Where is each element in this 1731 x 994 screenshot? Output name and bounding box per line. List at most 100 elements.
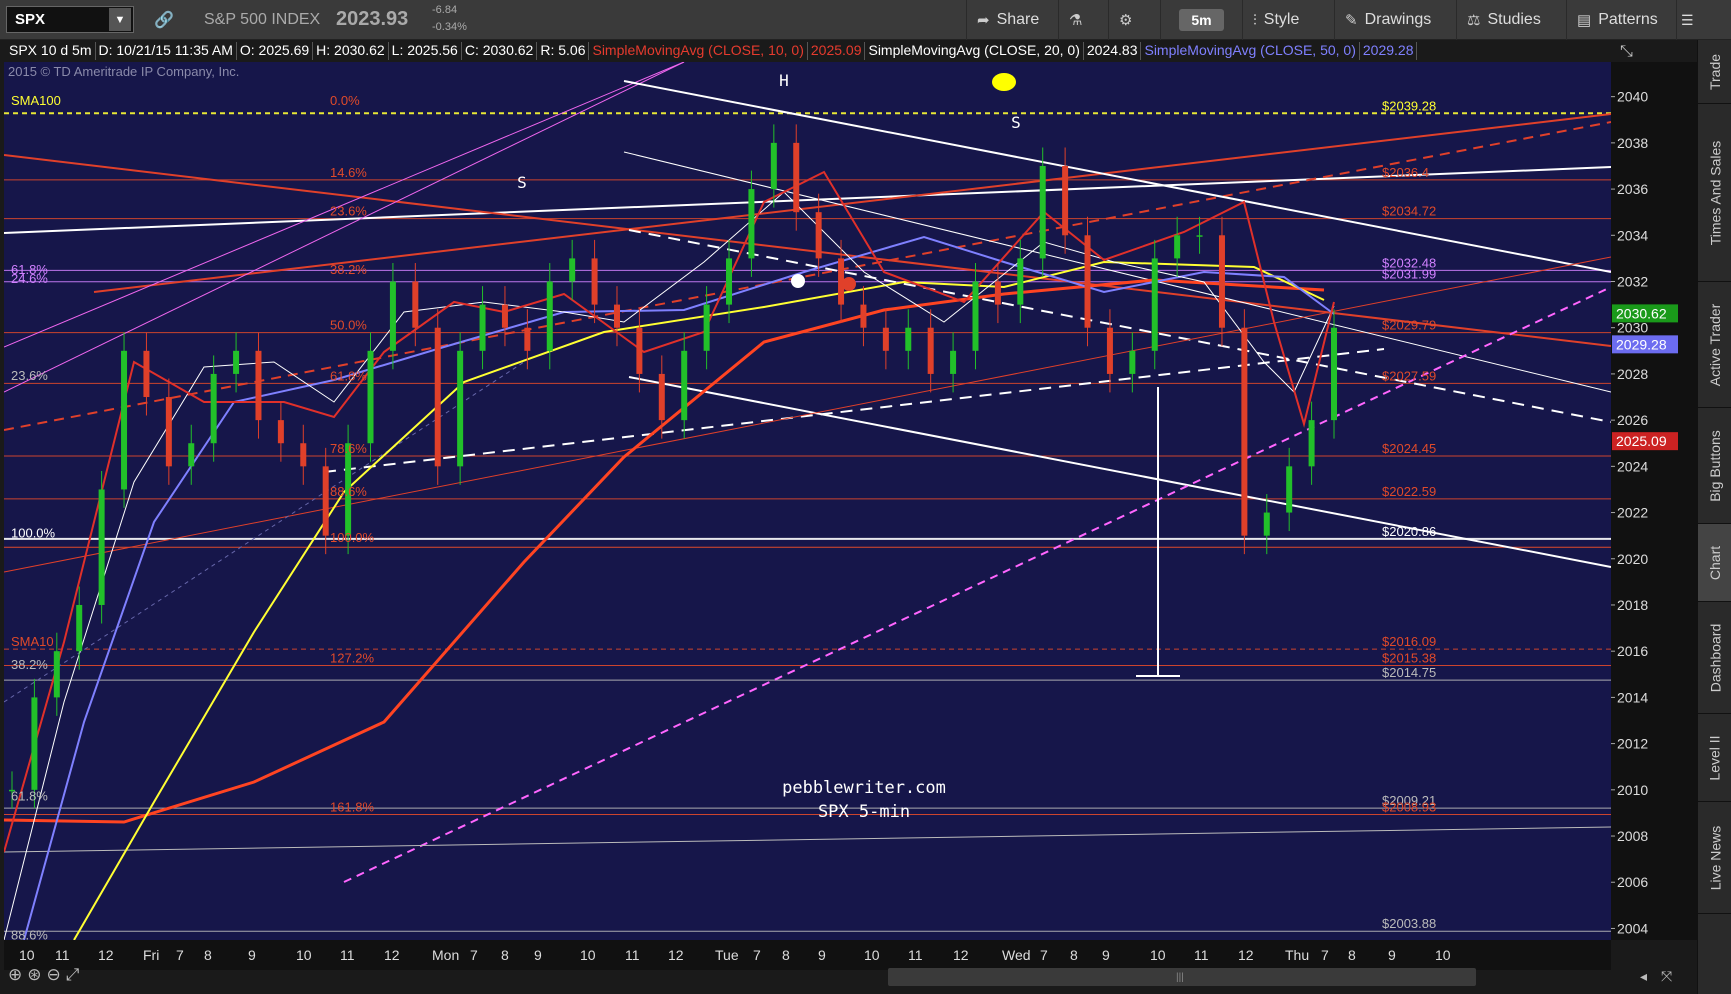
chevron-down-icon[interactable]: ▼ <box>109 8 131 31</box>
level-label: $2014.75 <box>1382 665 1436 680</box>
link-icon[interactable]: 🔗 <box>154 10 174 30</box>
zoom-controls: ⊕ ⊛ ⊖ ⤢ <box>8 965 79 985</box>
style-label: Style <box>1263 11 1300 28</box>
time-tick-label: 7 <box>1321 947 1329 963</box>
settings-button[interactable]: ⚙ <box>1108 0 1149 40</box>
side-tab-chart[interactable]: Chart <box>1698 524 1731 602</box>
period-button[interactable]: 5m <box>1160 0 1242 40</box>
time-tick-label: 10 <box>296 947 312 963</box>
zoom-out-icon[interactable]: ⊖ <box>47 965 61 985</box>
side-tab-label: Times And Sales <box>1707 140 1723 245</box>
level-label: $2034.72 <box>1382 204 1436 219</box>
candle-body <box>950 350 957 374</box>
info-close: C: 2030.62 <box>462 42 538 60</box>
price-tag-sma10: 2025.09 <box>1616 433 1667 449</box>
zoom-in-icon[interactable]: ⊕ <box>8 965 22 985</box>
trend-line <box>3 256 1612 573</box>
price-tick-label: 2040 <box>1617 89 1648 105</box>
candle-body <box>389 281 396 351</box>
candle-body <box>770 142 777 190</box>
price-tick-label: 2026 <box>1617 412 1648 428</box>
info-sma10-label[interactable]: SimpleMovingAvg (CLOSE, 10, 0) <box>589 42 808 60</box>
price-tick-label: 2032 <box>1617 274 1648 290</box>
time-tick-label: Thu <box>1285 947 1309 963</box>
time-tick-label: 12 <box>668 947 684 963</box>
candle-body <box>972 281 979 351</box>
candle-body <box>1174 235 1181 259</box>
share-button[interactable]: ➦ Share <box>966 0 1049 40</box>
side-tab-trade[interactable]: Trade <box>1698 40 1731 104</box>
candle-body <box>1331 327 1337 421</box>
gear-icon: ⚙ <box>1119 12 1133 29</box>
watermark-line2: SPX 5-min <box>818 802 910 822</box>
symbol-input[interactable]: SPX <box>7 11 109 28</box>
index-name: S&P 500 INDEX <box>204 11 321 28</box>
info-sma50-label[interactable]: SimpleMovingAvg (CLOSE, 50, 0) <box>1141 42 1360 60</box>
studies-button[interactable]: ⚖ Studies <box>1456 0 1551 40</box>
patterns-button[interactable]: ▤ Patterns <box>1566 0 1668 40</box>
candle-body <box>434 327 441 467</box>
time-tick-label: 7 <box>1040 947 1048 963</box>
patterns-label: Patterns <box>1598 11 1658 28</box>
scroll-left-icon[interactable]: ◂ <box>1640 968 1647 985</box>
candle-body <box>53 651 60 698</box>
symbol-selector[interactable]: SPX ▼ <box>6 6 134 33</box>
collapse-icon[interactable]: ⤡ <box>1620 43 1633 61</box>
candle-body <box>76 604 83 652</box>
time-axis[interactable]: 10 11 12 Fri 7 8 9 10 11 12 Mon 7 8 9 10 11 12 Tue 7 8 9 10 11… <box>4 940 1611 970</box>
zoom-fit-icon[interactable]: ⤢ <box>66 965 80 985</box>
candle-body <box>905 327 912 351</box>
patterns-icon: ▤ <box>1577 12 1592 29</box>
info-open: O: 2025.69 <box>237 42 314 60</box>
time-tick-label: 11 <box>340 947 355 963</box>
info-sma20-label[interactable]: SimpleMovingAvg (CLOSE, 20, 0) <box>865 42 1084 60</box>
price-tick-label: 2036 <box>1617 181 1648 197</box>
left-shoulder-label: S <box>517 173 527 192</box>
time-tick-label: 9 <box>818 947 826 963</box>
candle-body <box>31 697 38 790</box>
candle-body <box>1151 258 1158 351</box>
chart-canvas[interactable]: $2039.28$2036.4$2034.72$2032.48$2031.99$… <box>3 61 1612 942</box>
fib-left-label: 61.8% <box>11 789 48 804</box>
price-axis[interactable]: 2040 2038 2036 2034 2032 2030 2028 2026 2024 2022… <box>1611 62 1697 940</box>
right-shoulder-label: S <box>1011 113 1021 132</box>
expand-icon[interactable]: ⤧ <box>1661 968 1672 985</box>
drawings-label: Drawings <box>1364 11 1432 28</box>
fib-center-label: 38.2% <box>330 262 367 277</box>
time-tick-label: Tue <box>715 947 739 963</box>
fib-center-label: 100.0% <box>330 530 375 545</box>
fib-center-label: 78.6% <box>330 441 367 456</box>
fib-center-label: 14.6% <box>330 165 367 180</box>
candle-body <box>1263 512 1270 536</box>
menu-button[interactable]: ☰ <box>1676 0 1697 40</box>
fib-left-label: 24.6% <box>11 271 48 286</box>
time-tick-label: 8 <box>782 947 790 963</box>
scrollbar-grip-icon[interactable]: ||| <box>1176 972 1184 983</box>
candle-body <box>277 420 284 444</box>
price-chart[interactable]: $2039.28 $2036.4 $2034.72 $2032.48 $2031.99 $… <box>3 61 1612 942</box>
side-tab-live-news[interactable]: Live News <box>1698 802 1731 914</box>
sma100-line <box>73 260 1325 941</box>
flask-button[interactable]: ⚗ <box>1058 0 1099 40</box>
candle-body <box>793 142 800 213</box>
zoom-search-icon[interactable]: ⊛ <box>27 965 41 985</box>
share-icon: ➦ <box>977 12 990 29</box>
time-tick-label: 9 <box>534 947 542 963</box>
fib-left-label: 88.6% <box>11 927 48 940</box>
candle-body <box>255 350 262 421</box>
level-label: $2036.4 <box>1382 165 1429 180</box>
drawings-button[interactable]: ✎ Drawings <box>1334 0 1441 40</box>
side-tab-dashboard[interactable]: Dashboard <box>1698 602 1731 714</box>
time-tick-label: 7 <box>470 947 478 963</box>
side-tab-label: Level II <box>1707 734 1724 781</box>
candle-body <box>457 350 464 467</box>
side-tab-times-and-sales[interactable]: Times And Sales <box>1698 104 1731 282</box>
side-tab-level-ii[interactable]: Level II <box>1698 714 1731 802</box>
time-tick-label: Fri <box>143 947 159 963</box>
side-tab-active-trader[interactable]: Active Trader <box>1698 282 1731 408</box>
candle-body <box>613 304 620 328</box>
yellow-marker <box>992 73 1016 91</box>
style-icon: ⫶ <box>1253 11 1257 29</box>
style-button[interactable]: ⫶ Style <box>1242 0 1309 40</box>
side-tab-big-buttons[interactable]: Big Buttons <box>1698 408 1731 524</box>
